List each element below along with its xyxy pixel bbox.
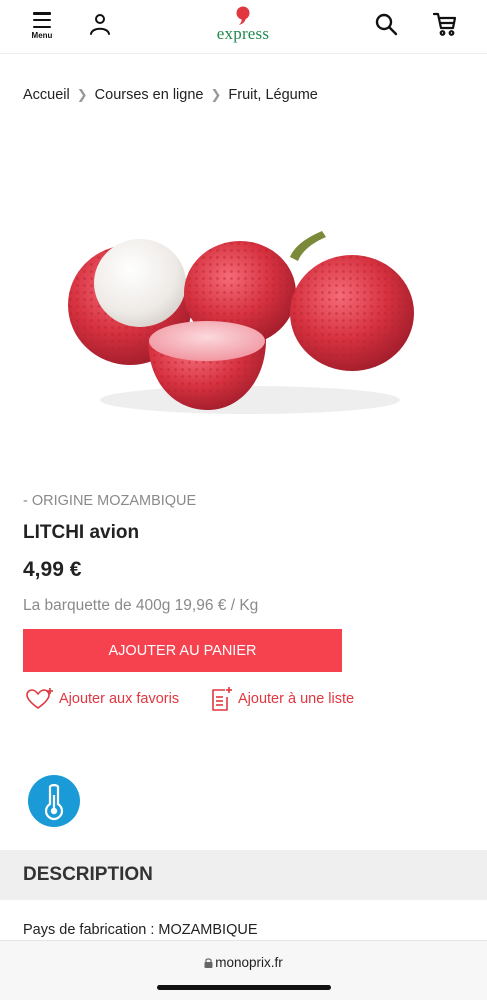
chevron-right-icon: ❯ xyxy=(76,87,88,102)
product-origin: - ORIGINE MOZAMBIQUE xyxy=(23,493,197,509)
top-header: Menu express xyxy=(0,0,487,54)
product-image xyxy=(68,231,414,414)
user-icon[interactable] xyxy=(88,12,112,36)
url-display[interactable]: monoprix.fr xyxy=(0,955,487,970)
lock-icon xyxy=(204,958,213,968)
breadcrumb-item-online-shopping[interactable]: Courses en ligne xyxy=(95,87,204,103)
logo-text: express xyxy=(216,24,270,43)
country-of-origin: Pays de fabrication : MOZAMBIQUE xyxy=(23,922,258,938)
add-to-cart-button[interactable]: AJOUTER AU PANIER xyxy=(23,629,342,672)
menu-label: Menu xyxy=(31,31,53,40)
add-to-list-link[interactable]: Ajouter à une liste xyxy=(210,686,354,712)
logo-drop-icon xyxy=(236,6,250,25)
express-logo[interactable]: express xyxy=(198,4,288,48)
add-to-favorites-label: Ajouter aux favoris xyxy=(59,691,180,707)
product-unit-price: La barquette de 400g 19,96 € / Kg xyxy=(23,597,259,614)
add-to-list-label: Ajouter à une liste xyxy=(238,691,355,707)
add-to-favorites-link[interactable]: Ajouter aux favoris xyxy=(25,686,179,712)
product-title: LITCHI avion xyxy=(23,522,140,543)
home-indicator[interactable] xyxy=(157,985,331,990)
thermometer-icon xyxy=(28,775,80,827)
heart-plus-icon xyxy=(26,688,53,709)
list-plus-icon xyxy=(212,687,232,711)
description-header[interactable]: DESCRIPTION xyxy=(0,850,487,900)
search-icon[interactable] xyxy=(374,12,398,36)
browser-url-bar: monoprix.fr xyxy=(0,940,487,1000)
product-price: 4,99 € xyxy=(23,558,82,581)
breadcrumb-item-fruit-vegetable[interactable]: Fruit, Légume xyxy=(228,87,317,103)
cart-icon[interactable] xyxy=(432,11,458,37)
menu-button[interactable]: Menu xyxy=(27,10,57,42)
breadcrumb-item-home[interactable]: Accueil xyxy=(23,87,70,103)
hamburger-icon xyxy=(33,12,51,28)
url-text: monoprix.fr xyxy=(215,955,283,970)
breadcrumb: Accueil ❯ Courses en ligne ❯ Fruit, Légu… xyxy=(23,85,318,105)
chevron-right-icon: ❯ xyxy=(210,87,222,102)
